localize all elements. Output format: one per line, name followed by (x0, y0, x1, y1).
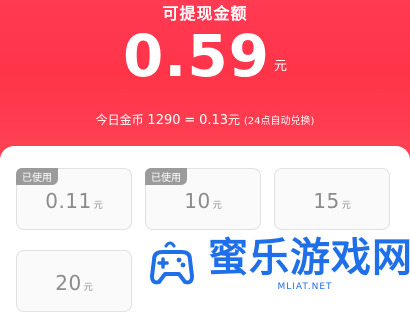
option-amount: 15 元 (275, 189, 389, 213)
today-coins-info: 今日金币 1290 = 0.13元 (24点自动兑换) (0, 111, 410, 128)
withdraw-option-card[interactable]: 已使用 0.11 元 (16, 168, 132, 230)
option-amount: 0.11 元 (17, 189, 131, 213)
withdraw-option-card[interactable]: 15 元 (274, 168, 390, 230)
option-value: 15 (313, 189, 340, 213)
watermark-url: MLIAT.NET (277, 282, 333, 292)
coins-value: 1290 (147, 113, 181, 128)
page-title: 可提现金额 (162, 4, 248, 23)
coins-equals: = (184, 113, 196, 128)
site-watermark: 蜜乐游戏网 MLIAT.NET (140, 230, 410, 297)
option-unit: 元 (212, 201, 222, 211)
withdraw-option-card[interactable]: 20 元 (16, 250, 132, 312)
watermark-text: 蜜乐游戏网 (208, 235, 410, 281)
used-badge: 已使用 (16, 168, 58, 185)
coins-label: 今日金币 (95, 113, 144, 127)
option-value: 20 (55, 271, 82, 295)
option-unit: 元 (93, 201, 103, 211)
option-value: 0.11 (45, 189, 92, 213)
option-amount: 20 元 (17, 271, 131, 295)
option-amount: 10 元 (146, 189, 260, 213)
auto-exchange-note: (24点自动兑换) (243, 116, 315, 127)
option-unit: 元 (341, 201, 351, 211)
option-value: 10 (184, 189, 211, 213)
option-unit: 元 (83, 283, 93, 293)
amount-unit: 元 (274, 59, 288, 74)
used-badge: 已使用 (145, 168, 187, 185)
withdraw-header: 可提现金额 0.59 元 今日金币 1290 = 0.13元 (24点自动兑换) (0, 0, 410, 160)
withdraw-option-card[interactable]: 已使用 10 元 (145, 168, 261, 230)
coins-cash-unit: 元 (228, 113, 241, 127)
amount-value: 0.59 (122, 22, 271, 90)
withdrawable-amount: 0.59 元 (0, 22, 410, 90)
coins-cash: 0.13 (199, 113, 229, 128)
